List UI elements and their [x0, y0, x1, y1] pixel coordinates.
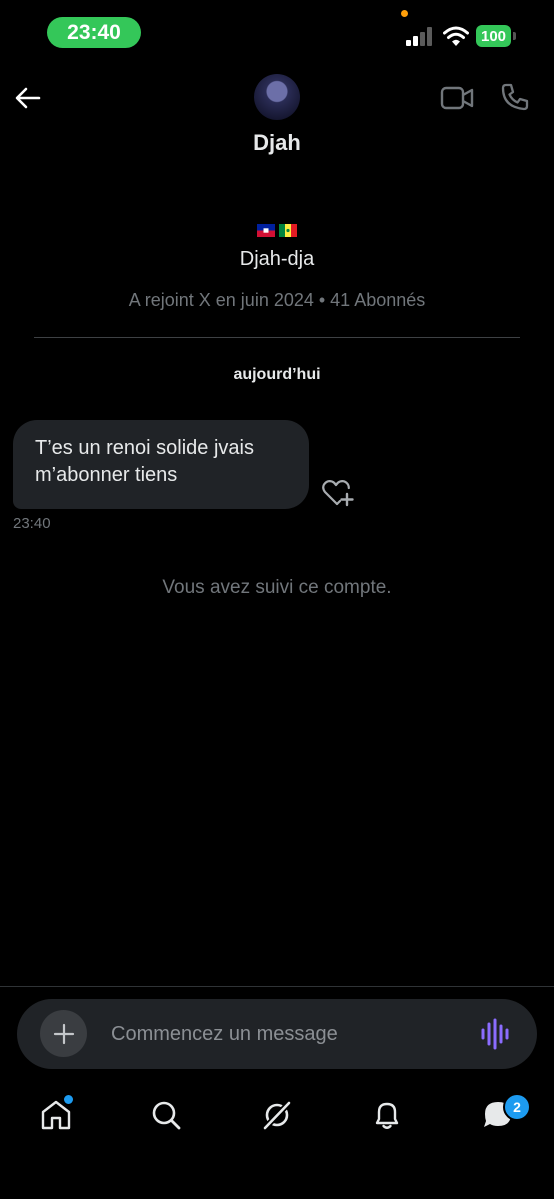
profile-flags [0, 224, 554, 237]
cellular-signal-icon [406, 27, 432, 46]
senegal-flag-icon [279, 224, 297, 237]
contact-name: Djah [253, 130, 301, 155]
nav-search[interactable] [145, 1094, 187, 1136]
profile-handle[interactable]: Djah-dja [0, 248, 554, 271]
message-bubble[interactable]: T’es un renoi solide jvais m’abonner tie… [13, 420, 309, 509]
wifi-icon [443, 26, 469, 46]
haiti-flag-icon [257, 224, 275, 237]
nav-grok[interactable] [256, 1094, 298, 1136]
battery-level: 100 [476, 25, 511, 47]
home-notification-dot [62, 1093, 75, 1106]
composer-divider [0, 986, 554, 987]
add-reaction-icon[interactable] [321, 478, 355, 508]
divider [34, 337, 520, 338]
nav-notifications[interactable] [366, 1094, 408, 1136]
date-separator: aujourd’hui [233, 366, 321, 383]
search-icon [152, 1101, 181, 1130]
messages-badge: 2 [503, 1093, 531, 1121]
video-call-icon[interactable] [440, 84, 474, 112]
grok-icon [261, 1099, 293, 1132]
bell-icon [375, 1102, 399, 1129]
back-arrow-icon[interactable] [12, 82, 44, 114]
system-note: Vous avez suivi ce compte. [162, 577, 392, 598]
plus-icon [53, 1023, 74, 1044]
avatar[interactable] [254, 74, 300, 120]
phone-call-icon[interactable] [500, 82, 530, 112]
battery-icon: 100 [476, 25, 516, 47]
profile-meta: A rejoint X en juin 2024 • 41 Abonnés [128, 290, 426, 310]
add-attachment-button[interactable] [40, 1010, 87, 1057]
status-time: 23:40 [47, 17, 141, 48]
voice-message-icon[interactable] [480, 1018, 514, 1050]
message-input[interactable] [111, 1018, 461, 1050]
message-timestamp: 23:40 [13, 515, 51, 532]
privacy-indicator [401, 10, 408, 17]
